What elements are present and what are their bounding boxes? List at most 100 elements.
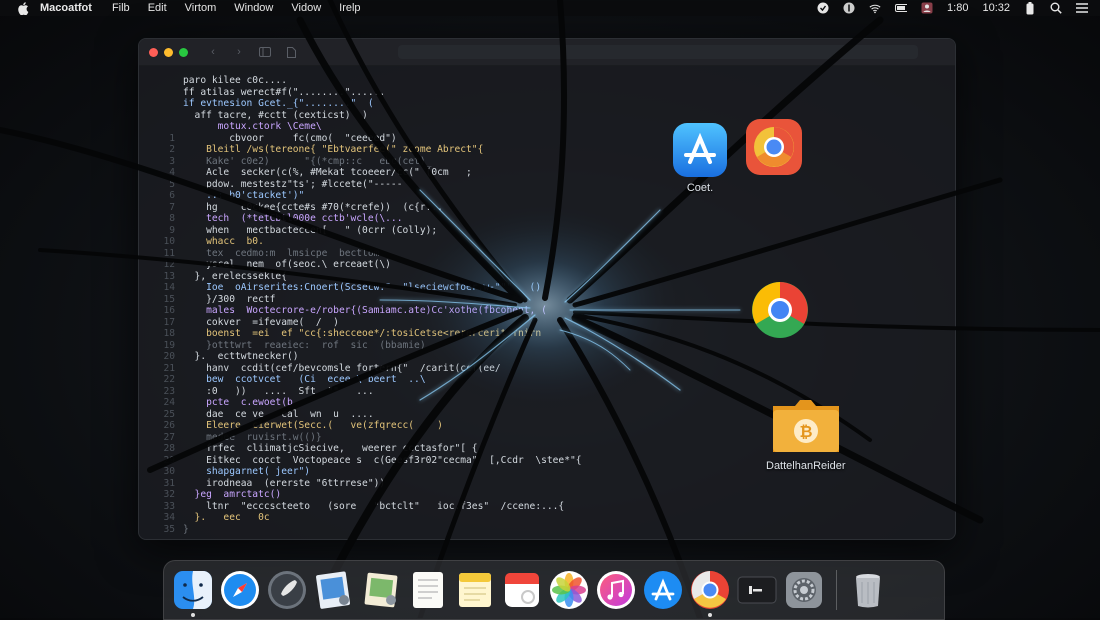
dock-item-calendar[interactable] — [501, 569, 543, 611]
line-number: 32 — [163, 489, 175, 500]
desktop-icon-chrome-top[interactable] — [745, 118, 803, 176]
menu-lines-icon[interactable] — [1076, 2, 1088, 14]
shield-icon[interactable] — [843, 2, 855, 14]
code-line[interactable]: 9 when mectbacteccen[ " (0crr (Colly); — [153, 225, 573, 237]
dock-item-chrome[interactable] — [689, 569, 731, 617]
line-number: 30 — [163, 466, 175, 477]
dock-item-photos[interactable] — [548, 569, 590, 611]
code-line[interactable]: 24 pcte c.ewoet(b — [153, 397, 573, 409]
dock-item-music[interactable] — [595, 569, 637, 611]
line-number: 24 — [163, 397, 175, 408]
code-text: :0 )) .... Sft "" ... — [183, 385, 374, 397]
close-button[interactable] — [149, 47, 158, 57]
code-line[interactable]: 10 whacc b0. — [153, 236, 573, 248]
menu-app-name[interactable]: Macoatfot — [40, 2, 92, 14]
code-line[interactable]: if evtnesion Gcet._{"........" ( — [153, 98, 573, 110]
code-line[interactable]: 31 irodneaa (ererste "6ttrrese")) — [153, 478, 573, 490]
dock-item-stickies[interactable] — [454, 569, 496, 611]
code-line[interactable]: 14 Ioe oAirserites:Cnoert(Scsecw." "lsec… — [153, 282, 573, 294]
menu-view[interactable]: Virtom — [185, 2, 217, 14]
menu-help[interactable]: Irelp — [339, 2, 360, 14]
code-line[interactable]: paro kilee c0c.... — [153, 75, 573, 87]
address-field[interactable] — [398, 45, 918, 59]
line-number: 13 — [163, 270, 175, 282]
battery-icon[interactable] — [895, 2, 908, 14]
code-line[interactable]: 3 Kake' c0e2) "{(*cmp::c ebc(cet)_ — [153, 156, 573, 168]
code-line[interactable]: 34 }. eec 0c — [153, 512, 573, 524]
desktop-icon-app-store[interactable]: Coet. — [672, 122, 728, 194]
code-line[interactable]: 13 }, erelecssekle{ — [153, 271, 573, 283]
battery-vertical-icon[interactable] — [1024, 1, 1036, 14]
code-line[interactable]: 7 hg c0ckee{ccte#s #70(*crefe)) (c{r... — [153, 202, 573, 214]
dock-item-finder[interactable] — [172, 569, 214, 617]
code-line[interactable]: 28 frfec cliimatjcSiecive, weerer ccctas… — [153, 443, 573, 455]
code-line[interactable]: 22 bew ccotvcet (Ci ecee \ beert ..\ — [153, 374, 573, 386]
dock-item-app-store[interactable] — [642, 569, 684, 611]
line-number: 6 — [169, 190, 175, 201]
code-line[interactable]: 35} — [153, 524, 573, 536]
code-line[interactable]: 19 }otttwrt reaeiec: rof sic (bbamie) — [153, 340, 573, 352]
code-line[interactable]: 11 tex cedmo:m lmsicpe bectlom — [153, 248, 573, 260]
dock-item-image-capture[interactable] — [360, 569, 402, 611]
back-icon[interactable]: ‹ — [206, 46, 220, 58]
document-icon[interactable] — [284, 46, 298, 58]
code-line[interactable]: 1 cbvoor fc(cmo( "ceeeed") — [153, 133, 573, 145]
zoom-button[interactable] — [179, 47, 188, 57]
code-line[interactable]: motux.ctork \Ceme\ — [153, 121, 573, 133]
desktop-icon-bitcoin-folder[interactable]: ₿ DattelhanReider — [766, 396, 846, 472]
code-line[interactable]: ff atilas werect#f("........"...... — [153, 87, 573, 99]
code-line[interactable]: 32 }eg amrctatc() — [153, 489, 573, 501]
desktop-icon-chrome-middle[interactable] — [751, 281, 809, 339]
code-line[interactable]: 16 males Woctecrore-e/rober{(Samiamc.ate… — [153, 305, 573, 317]
clock[interactable]: 10:32 — [982, 2, 1010, 14]
code-line[interactable]: 21 hanv ccdit(cef/bevcomsle fortern{" /c… — [153, 363, 573, 375]
dock-item-terminal[interactable] — [736, 569, 778, 611]
code-line[interactable]: 29 Eitkec cocct Voctopeace s c(Geesf3r02… — [153, 455, 581, 467]
code-text: hg c0ckee{ccte#s #70(*crefe)) (c{r... — [183, 201, 443, 213]
line-number — [153, 121, 175, 133]
code-line[interactable]: 25 dae ce ve cal wn u .... — [153, 409, 573, 421]
menu-window[interactable]: Window — [234, 2, 273, 14]
line-number — [153, 75, 175, 87]
code-line[interactable]: 15 }/300 rectf — [153, 294, 573, 306]
code-line[interactable]: 6 ..: b0'ctacket')" — [153, 190, 573, 202]
code-area[interactable]: paro kilee c0c.... ff atilas werect#f("..… — [153, 75, 581, 536]
dock-item-launchpad[interactable] — [266, 569, 308, 611]
dock-item-notes[interactable] — [407, 569, 449, 611]
code-line[interactable]: 30 shapgarnet( jeer") — [153, 466, 573, 478]
code-line[interactable]: 23 :0 )) .... Sft "" ... — [153, 386, 573, 398]
code-line[interactable]: 33 ltnr "ecccscteeto (sore "bctclt" ioc.… — [153, 501, 573, 513]
line-number: 4 — [169, 167, 175, 178]
menu-video[interactable]: Vidow — [291, 2, 321, 14]
dock-item-preview[interactable] — [313, 569, 355, 611]
sidebar-toggle-icon[interactable] — [258, 46, 272, 58]
wifi-icon[interactable] — [869, 2, 881, 14]
code-line[interactable]: 5 pdow. mestestz"ts'; #lccete("----- — [153, 179, 573, 191]
code-line[interactable]: aff tacre, #cctt (cexticst) ) — [153, 110, 573, 122]
dock-item-trash[interactable] — [847, 569, 889, 611]
dock-item-safari[interactable] — [219, 569, 261, 611]
code-line[interactable]: 18 boenst =ei ef "cc{:shecceoe*/:tosiCet… — [153, 328, 573, 340]
status-circle-icon[interactable] — [817, 2, 829, 14]
code-line[interactable]: 4 Acle secker(c(%, #Mekat tcoeeer/cc(" (… — [153, 167, 573, 179]
user-account-icon[interactable] — [921, 2, 933, 14]
code-line[interactable]: 17 cokver =ifevame( / ) — [153, 317, 573, 329]
code-text: pcte c.ewoet(b — [183, 397, 293, 408]
window-titlebar[interactable]: ‹ › — [139, 39, 955, 66]
code-line[interactable]: 2 Bleitl /ws(tereone{ "Ebtvaerfee(" zcom… — [153, 144, 573, 156]
code-line[interactable]: 27 medee ruvisrt.w(()} — [153, 432, 573, 444]
code-line[interactable]: 12 yscel nem of(seoc.\ erceaet(\) — [153, 259, 573, 271]
minimize-button[interactable] — [164, 47, 173, 57]
code-text: dae ce ve cal wn u .... — [183, 408, 374, 420]
search-icon[interactable] — [1050, 2, 1062, 14]
status-time-left[interactable]: 1:80 — [947, 2, 968, 14]
dock-item-system-preferences[interactable] — [783, 569, 825, 611]
code-line[interactable]: 26 Eleere cierwet(Secc.( ve(zfqrecc( ) — [153, 420, 573, 432]
forward-icon[interactable]: › — [232, 46, 246, 58]
trash-icon — [856, 574, 880, 608]
menu-edit[interactable]: Edit — [148, 2, 167, 14]
menu-file[interactable]: Filb — [112, 2, 130, 14]
apple-icon[interactable] — [16, 1, 30, 15]
code-line[interactable]: 20 }. ecttwtnecker() — [153, 351, 573, 363]
code-line[interactable]: 8 tech (*tetCbtl000e cctb'wcle(\... — [153, 213, 573, 225]
